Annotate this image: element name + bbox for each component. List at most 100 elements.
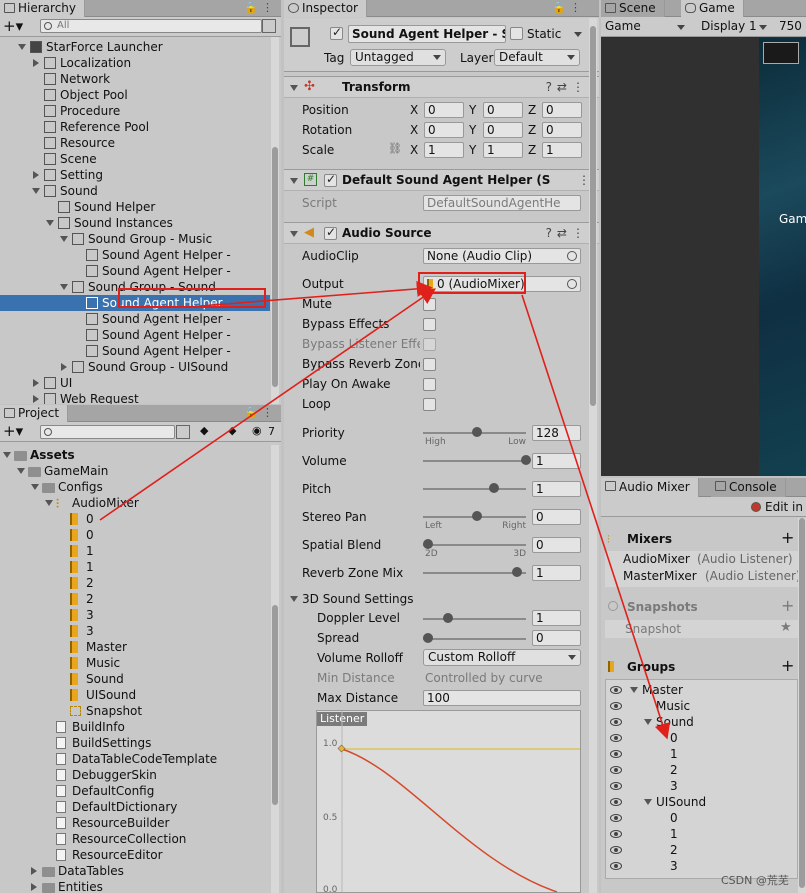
component-tools[interactable]: ?⇄⋮ — [546, 80, 589, 94]
object-picker-icon[interactable] — [567, 279, 577, 289]
hierarchy-tab-tools[interactable]: 🔒⋮ — [244, 1, 277, 14]
project-row[interactable]: 3 — [0, 607, 270, 623]
mixer-group-row[interactable]: 0 — [606, 810, 797, 826]
audioclip-field[interactable]: None (Audio Clip) — [423, 248, 581, 264]
transform-y-input[interactable]: 1 — [483, 142, 523, 158]
audio-slider-input[interactable]: 0 — [532, 537, 581, 553]
project-row[interactable]: 1 — [0, 543, 270, 559]
hierarchy-row[interactable]: UI — [0, 375, 270, 391]
project-row[interactable]: BuildSettings — [0, 735, 270, 751]
audio-slider-knob[interactable] — [423, 539, 433, 549]
project-row[interactable]: Entities — [0, 879, 270, 893]
mixer-group-row[interactable]: 3 — [606, 778, 797, 794]
hierarchy-row[interactable]: Network — [0, 71, 270, 87]
project-row[interactable]: 2 — [0, 591, 270, 607]
eye-icon[interactable] — [610, 830, 622, 838]
transform-y-input[interactable]: 0 — [483, 122, 523, 138]
axis-label-x[interactable]: X — [410, 101, 418, 119]
axis-label-x[interactable]: X — [410, 141, 418, 159]
object-picker-icon[interactable] — [567, 251, 577, 261]
axis-label-z[interactable]: Z — [528, 121, 536, 139]
eye-icon[interactable] — [610, 766, 622, 774]
audio-toggle-checkbox[interactable] — [423, 318, 436, 331]
foldout-collapsed-icon[interactable] — [33, 59, 39, 67]
foldout-expanded-icon[interactable] — [46, 220, 54, 226]
project-row[interactable]: Assets — [0, 447, 270, 463]
hierarchy-row[interactable]: Sound Instances — [0, 215, 270, 231]
chevron-down-icon[interactable] — [759, 25, 767, 30]
eye-icon[interactable] — [610, 862, 622, 870]
doppler-slider-knob[interactable] — [443, 613, 453, 623]
link-icon[interactable]: ⛓ — [388, 142, 402, 155]
hierarchy-scroll-thumb[interactable] — [272, 147, 278, 387]
project-row[interactable]: Configs — [0, 479, 270, 495]
spread-slider-knob[interactable] — [423, 633, 433, 643]
project-row[interactable]: ⫶ AudioMixer — [0, 495, 270, 511]
foldout-expanded-icon[interactable] — [644, 799, 652, 805]
add-icon[interactable]: +▾ — [3, 17, 23, 35]
eye-icon[interactable] — [610, 782, 622, 790]
audio-slider-input[interactable]: 1 — [532, 481, 581, 497]
label-icon[interactable]: ◆ — [228, 424, 236, 437]
foldout-expanded-icon[interactable] — [630, 687, 638, 693]
audio-slider-input[interactable]: 1 — [532, 453, 581, 469]
audio-slider-knob[interactable] — [472, 427, 482, 437]
audio-toggle-checkbox[interactable] — [423, 358, 436, 371]
hierarchy-row[interactable]: Resource — [0, 135, 270, 151]
hierarchy-row[interactable]: Setting — [0, 167, 270, 183]
project-row[interactable]: DebuggerSkin — [0, 767, 270, 783]
hierarchy-row[interactable]: StarForce Launcher — [0, 39, 270, 55]
mixer-group-row[interactable]: Sound — [606, 714, 797, 730]
foldout-expanded-icon[interactable] — [3, 452, 11, 458]
transform-x-input[interactable]: 0 — [424, 122, 464, 138]
project-row[interactable]: 3 — [0, 623, 270, 639]
hierarchy-row[interactable]: Object Pool — [0, 87, 270, 103]
spread-input[interactable]: 0 — [532, 630, 581, 646]
project-row[interactable]: 0 — [0, 527, 270, 543]
axis-label-y[interactable]: Y — [469, 121, 476, 139]
project-tab-tools[interactable]: 🔒⋮ — [244, 406, 277, 419]
foldout-expanded-icon[interactable] — [17, 468, 25, 474]
transform-x-input[interactable]: 1 — [424, 142, 464, 158]
audio-slider-input[interactable]: 128 — [532, 425, 581, 441]
project-scrollbar[interactable] — [271, 445, 279, 893]
snapshot-row[interactable]: Snapshot ★ — [605, 620, 798, 638]
project-row[interactable]: 2 — [0, 575, 270, 591]
search-options-icon[interactable] — [262, 19, 276, 33]
spread-slider-track[interactable] — [423, 638, 526, 640]
search-by-type-icon[interactable] — [176, 425, 190, 439]
audio-slider-knob[interactable] — [489, 483, 499, 493]
component-tools[interactable]: ?⇄⋮ — [546, 226, 589, 240]
chevron-down-icon[interactable] — [677, 25, 685, 30]
hierarchy-scrollbar[interactable] — [271, 37, 279, 404]
mixer-group-row[interactable]: 1 — [606, 826, 797, 842]
mixer-scroll-thumb[interactable] — [799, 518, 805, 888]
axis-label-z[interactable]: Z — [528, 141, 536, 159]
object-name-field[interactable]: Sound Agent Helper - Sou — [348, 25, 506, 43]
project-row[interactable]: DataTables — [0, 863, 270, 879]
hierarchy-row[interactable]: Procedure — [0, 103, 270, 119]
hierarchy-row[interactable]: Sound Group - Music — [0, 231, 270, 247]
hierarchy-row[interactable]: Sound Helper — [0, 199, 270, 215]
rolloff-graph[interactable]: Listener 1.0 0.5 0.0 — [316, 710, 581, 893]
project-row[interactable]: DefaultConfig — [0, 783, 270, 799]
transform-header[interactable]: ✣ Transform ?⇄⋮ — [284, 76, 599, 98]
foldout-collapsed-icon[interactable] — [33, 171, 39, 179]
tab-project[interactable]: Project — [0, 405, 69, 422]
create-icon[interactable]: +▾ — [3, 422, 23, 440]
mixer-group-row[interactable]: Music — [606, 698, 797, 714]
audio-slider-track[interactable] — [423, 488, 526, 490]
audio-slider-track[interactable] — [423, 544, 526, 546]
audio-source-enabled-toggle[interactable] — [324, 225, 337, 240]
foldout-collapsed-icon[interactable] — [33, 379, 39, 387]
hierarchy-row[interactable]: Sound Agent Helper - — [0, 263, 270, 279]
foldout-expanded-icon[interactable] — [60, 236, 68, 242]
foldout-expanded-icon[interactable] — [31, 484, 39, 490]
foldout-collapsed-icon[interactable] — [33, 395, 39, 403]
audio-source-header[interactable]: ◀ Audio Source ?⇄⋮ — [284, 222, 599, 244]
tab-game[interactable]: Game — [681, 0, 744, 17]
project-row[interactable]: 0 — [0, 511, 270, 527]
hidden-packages-icon[interactable]: ◉ — [252, 424, 262, 437]
audio-slider-track[interactable] — [423, 572, 526, 574]
hierarchy-row[interactable]: Scene — [0, 151, 270, 167]
